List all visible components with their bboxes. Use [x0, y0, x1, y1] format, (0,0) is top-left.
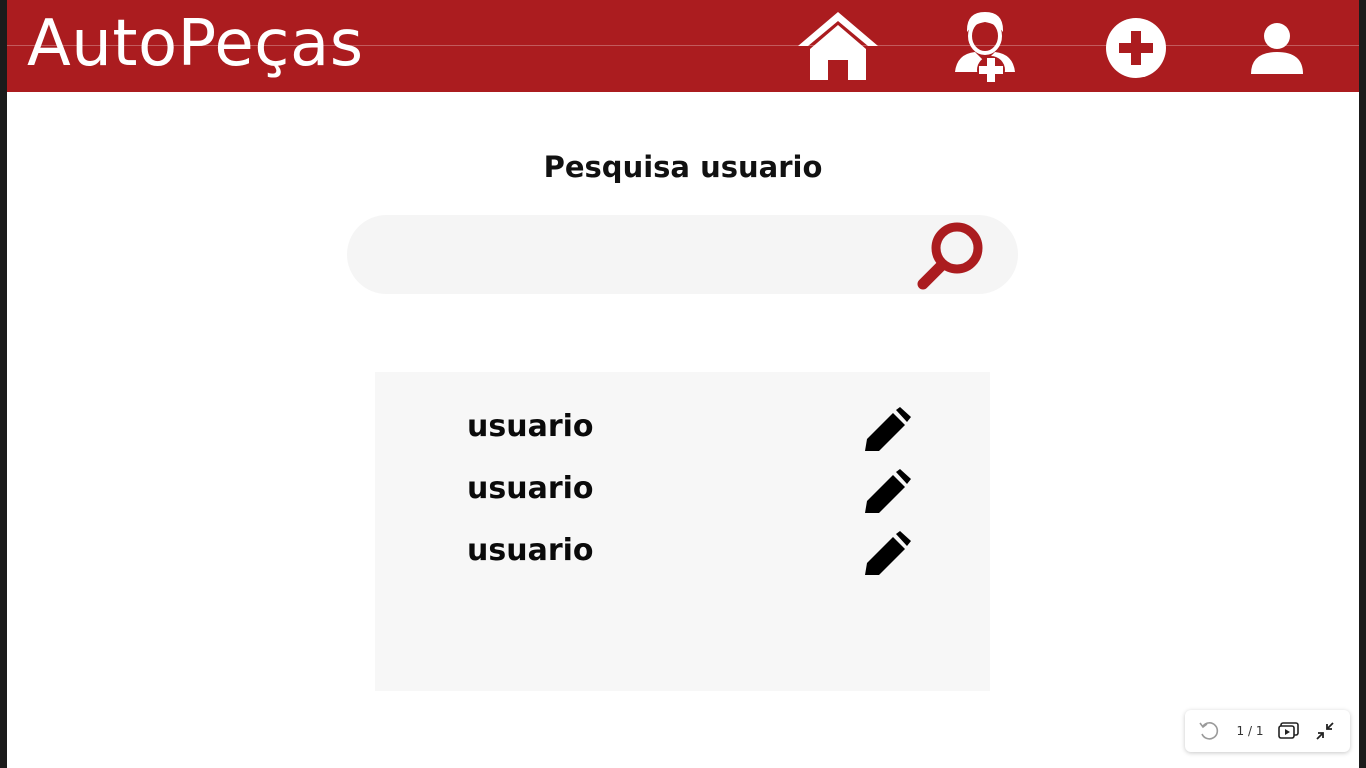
user-name: usuario	[467, 409, 594, 444]
search-input[interactable]	[377, 229, 921, 281]
viewer-toolbar: 1 / 1	[1185, 710, 1350, 752]
top-navigation-bar: AutoPeças	[7, 0, 1359, 92]
magnifier-icon[interactable]	[915, 220, 987, 290]
present-icon[interactable]	[1278, 721, 1300, 741]
rotate-icon[interactable]	[1198, 720, 1220, 742]
user-list-item: usuario	[375, 526, 990, 576]
page-counter: 1 / 1	[1236, 724, 1264, 738]
pencil-edit-icon[interactable]	[865, 531, 911, 575]
user-list-item: usuario	[375, 402, 990, 452]
plus-circle-icon[interactable]	[1105, 17, 1167, 79]
home-icon[interactable]	[798, 12, 878, 80]
page-title: Pesquisa usuario	[543, 150, 823, 184]
user-name: usuario	[467, 471, 594, 506]
app-logo[interactable]: AutoPeças	[27, 4, 364, 84]
search-bar[interactable]	[347, 215, 1018, 294]
user-results-list: usuario usuario usuario	[375, 372, 990, 691]
user-list-item: usuario	[375, 464, 990, 514]
pencil-edit-icon[interactable]	[865, 469, 911, 513]
add-user-icon[interactable]	[953, 10, 1017, 86]
app-frame: AutoPeças Pesquisa usuario usuario usuar…	[7, 0, 1359, 768]
user-profile-icon[interactable]	[1249, 22, 1305, 74]
pencil-edit-icon[interactable]	[865, 407, 911, 451]
collapse-icon[interactable]	[1315, 721, 1335, 741]
user-name: usuario	[467, 533, 594, 568]
